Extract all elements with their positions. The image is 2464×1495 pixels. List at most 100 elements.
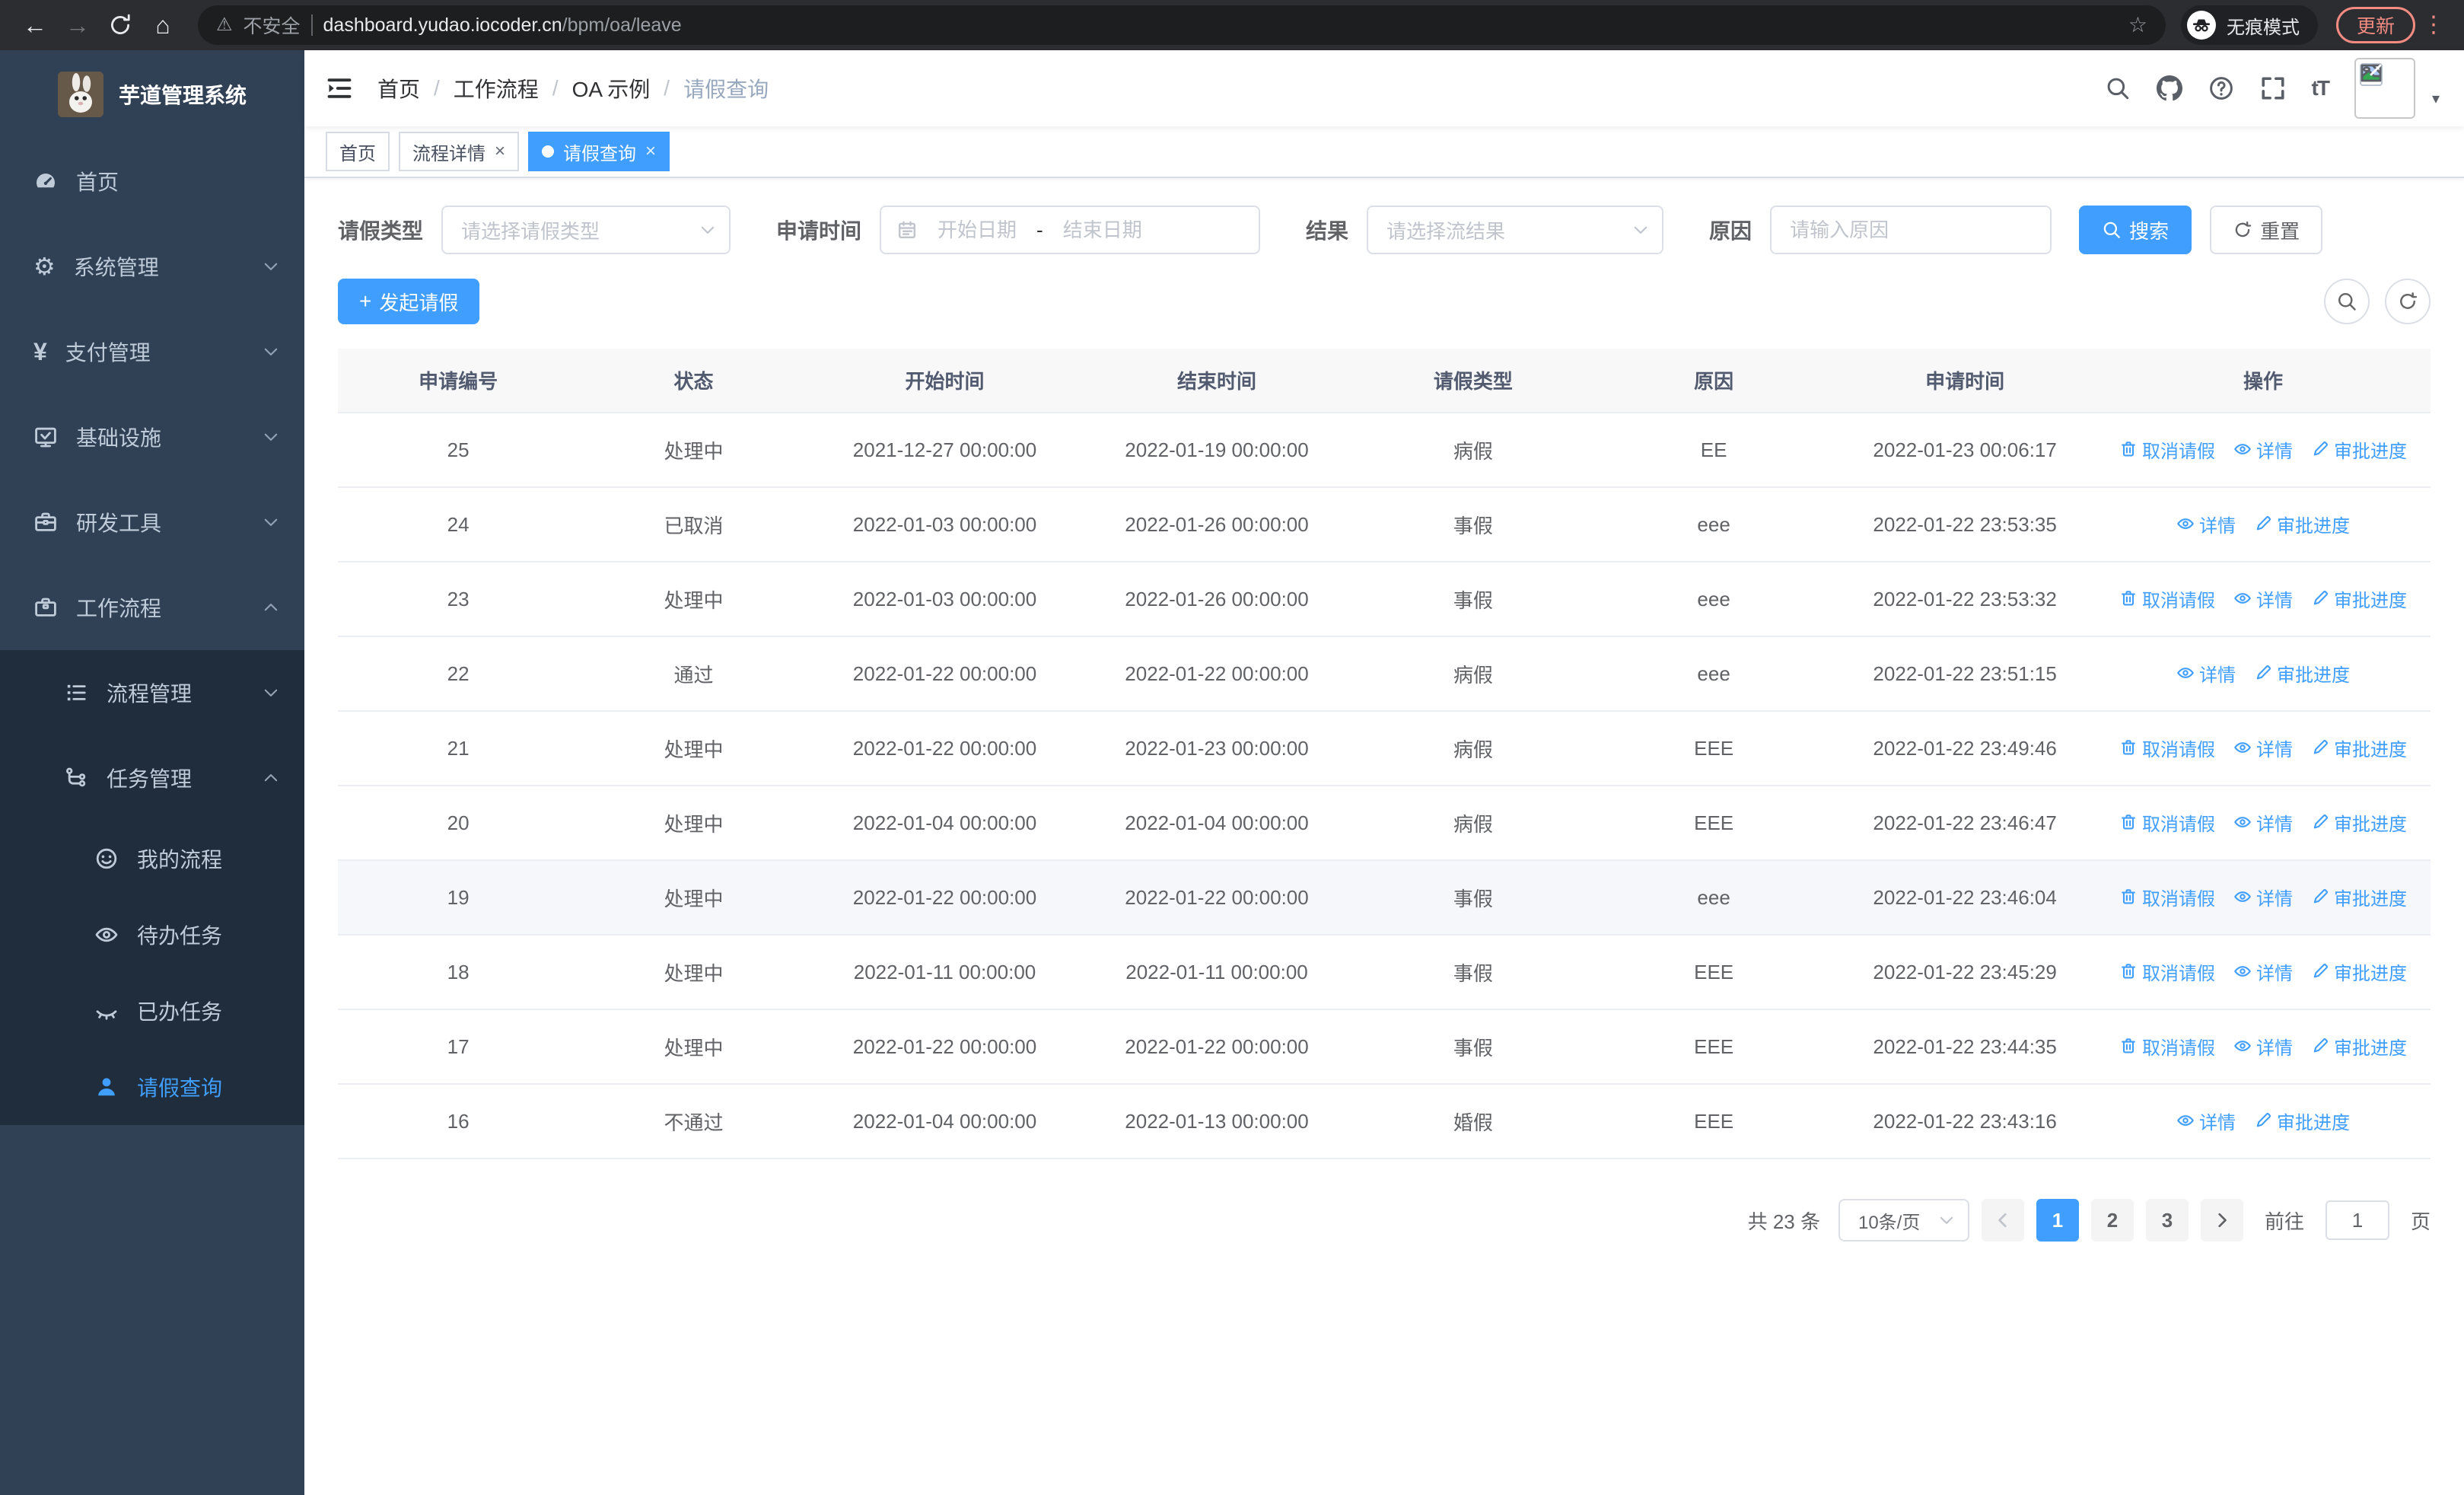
view-icon — [2176, 664, 2195, 682]
cell-type: 事假 — [1352, 487, 1593, 563]
approval-progress-link[interactable]: 审批进度 — [2254, 1108, 2350, 1134]
chevron-down-icon — [262, 257, 280, 276]
avatar[interactable] — [2354, 58, 2415, 119]
incognito-icon — [2192, 15, 2211, 35]
search-icon[interactable] — [2105, 75, 2131, 101]
leave-type-select[interactable]: 请选择请假类型 — [441, 206, 731, 254]
cancel-leave-link[interactable]: 取消请假 — [2119, 436, 2215, 463]
approval-progress-link[interactable]: 审批进度 — [2311, 735, 2407, 761]
cell-end: 2022-01-23 00:00:00 — [1081, 711, 1353, 786]
table-toolbar: + 发起请假 — [338, 279, 2431, 324]
star-icon[interactable]: ☆ — [2128, 14, 2147, 36]
approval-progress-link[interactable]: 审批进度 — [2311, 585, 2407, 612]
page-size-select[interactable]: 10条/页 — [1838, 1199, 1969, 1242]
sidebar-item-leave-query[interactable]: 请假查询 — [0, 1049, 304, 1125]
detail-link[interactable]: 详情 — [2233, 436, 2293, 463]
cancel-leave-link[interactable]: 取消请假 — [2119, 585, 2215, 612]
detail-link[interactable]: 详情 — [2233, 735, 2293, 761]
breadcrumb-item[interactable]: 工作流程 — [454, 73, 539, 104]
reason-input[interactable] — [1770, 206, 2052, 254]
table-header-row: 申请编号 状态 开始时间 结束时间 请假类型 原因 申请时间 操作 — [338, 349, 2431, 413]
create-leave-button[interactable]: + 发起请假 — [338, 279, 480, 324]
cancel-leave-link[interactable]: 取消请假 — [2119, 958, 2215, 985]
github-icon[interactable] — [2156, 75, 2182, 101]
cancel-leave-link[interactable]: 取消请假 — [2119, 884, 2215, 910]
end-date-input[interactable] — [1052, 216, 1153, 244]
page-button-1[interactable]: 1 — [2036, 1199, 2079, 1242]
reset-button[interactable]: 重置 — [2210, 206, 2323, 254]
sidebar-item-pay-mgmt[interactable]: ¥ 支付管理 — [0, 309, 304, 394]
detail-link[interactable]: 详情 — [2233, 1033, 2293, 1060]
close-tab-icon[interactable]: × — [645, 141, 656, 162]
cell-start: 2022-01-22 00:00:00 — [808, 636, 1081, 712]
sidebar-item-process-mgmt[interactable]: 流程管理 — [0, 650, 304, 735]
sidebar-item-task-mgmt[interactable]: 任务管理 — [0, 735, 304, 821]
sidebar-item-system-mgmt[interactable]: ⚙ 系统管理 — [0, 224, 304, 309]
browser-home-button[interactable]: ⌂ — [143, 5, 183, 45]
detail-link[interactable]: 详情 — [2233, 958, 2293, 985]
apply-time-range-picker[interactable]: - — [880, 206, 1261, 254]
incognito-label: 无痕模式 — [2226, 17, 2300, 38]
filter-bar: 请假类型 请选择请假类型 申请时间 - 结果 请选择流结果 原因 — [338, 206, 2431, 254]
detail-link[interactable]: 详情 — [2176, 511, 2236, 537]
sidebar-fold-icon[interactable] — [326, 75, 353, 102]
browser-reload-button[interactable] — [100, 5, 140, 45]
cell-reason: EE — [1593, 413, 1835, 488]
breadcrumb-item[interactable]: 首页 — [377, 73, 420, 104]
close-tab-icon[interactable]: × — [495, 141, 505, 162]
detail-link[interactable]: 详情 — [2233, 585, 2293, 612]
page-button-3[interactable]: 3 — [2145, 1199, 2189, 1242]
detail-link[interactable]: 详情 — [2176, 1108, 2236, 1134]
start-date-input[interactable] — [927, 216, 1028, 244]
prev-page-button[interactable] — [1981, 1199, 2024, 1242]
approval-progress-link[interactable]: 审批进度 — [2311, 436, 2407, 463]
browser-back-button[interactable]: ← — [15, 5, 55, 45]
cancel-leave-link[interactable]: 取消请假 — [2119, 809, 2215, 836]
fullscreen-icon[interactable] — [2260, 75, 2286, 101]
approval-progress-link[interactable]: 审批进度 — [2311, 958, 2407, 985]
cancel-leave-link[interactable]: 取消请假 — [2119, 1033, 2215, 1060]
security-label[interactable]: 不安全 — [244, 11, 301, 39]
cell-end: 2022-01-19 00:00:00 — [1081, 413, 1353, 488]
breadcrumb-item[interactable]: OA 示例 — [572, 73, 651, 104]
approval-progress-link[interactable]: 审批进度 — [2254, 511, 2350, 537]
next-page-button[interactable] — [2200, 1199, 2243, 1242]
tab-home[interactable]: 首页 — [326, 132, 390, 171]
caret-down-icon[interactable]: ▾ — [2432, 91, 2440, 107]
cell-actions: 详情 审批进度 — [2096, 1084, 2431, 1159]
goto-page-input[interactable] — [2325, 1200, 2389, 1240]
search-button[interactable]: 搜索 — [2079, 206, 2192, 254]
tab-process-detail[interactable]: 流程详情 × — [399, 132, 520, 171]
active-tab-dot — [542, 145, 555, 158]
sidebar-item-todo-task[interactable]: 待办任务 — [0, 897, 304, 973]
approval-progress-link[interactable]: 审批进度 — [2311, 1033, 2407, 1060]
pagination: 共 23 条 10条/页 123 前往 页 — [338, 1199, 2431, 1242]
sidebar-item-workflow[interactable]: 工作流程 — [0, 565, 304, 650]
browser-update-button[interactable]: 更新 — [2335, 7, 2415, 43]
approval-progress-link[interactable]: 审批进度 — [2311, 884, 2407, 910]
cell-status: 处理中 — [578, 860, 809, 936]
browser-forward-button[interactable]: → — [58, 5, 97, 45]
sidebar-item-infrastructure[interactable]: 基础设施 — [0, 394, 304, 480]
result-select[interactable]: 请选择流结果 — [1367, 206, 1664, 254]
sidebar-item-done-task[interactable]: 已办任务 — [0, 973, 304, 1049]
detail-link[interactable]: 详情 — [2233, 884, 2293, 910]
browser-menu-button[interactable]: ⋮ — [2418, 12, 2449, 38]
address-bar[interactable]: ⚠ 不安全 dashboard.yudao.iocoder.cn/bpm/oa/… — [198, 5, 2166, 45]
app-logo-row[interactable]: 芋道管理系统 — [0, 50, 304, 139]
tab-leave-query[interactable]: 请假查询 × — [528, 132, 670, 171]
detail-link[interactable]: 详情 — [2176, 660, 2236, 687]
font-size-icon[interactable]: tT — [2312, 76, 2330, 100]
sidebar-item-home[interactable]: 首页 — [0, 139, 304, 224]
sidebar-item-my-process[interactable]: 我的流程 — [0, 821, 304, 897]
cancel-leave-link[interactable]: 取消请假 — [2119, 735, 2215, 761]
approval-progress-link[interactable]: 审批进度 — [2254, 660, 2350, 687]
approval-progress-link[interactable]: 审批进度 — [2311, 809, 2407, 836]
toggle-search-button[interactable] — [2324, 279, 2370, 324]
refresh-table-button[interactable] — [2385, 279, 2431, 324]
cell-reason: EEE — [1593, 711, 1835, 786]
page-button-2[interactable]: 2 — [2090, 1199, 2134, 1242]
sidebar-item-dev-tools[interactable]: 研发工具 — [0, 480, 304, 565]
detail-link[interactable]: 详情 — [2233, 809, 2293, 836]
help-icon[interactable] — [2208, 75, 2234, 101]
